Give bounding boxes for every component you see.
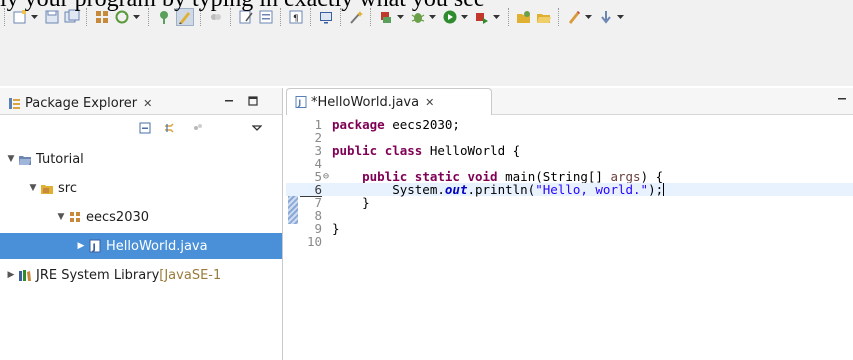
maximize-icon[interactable]: [246, 94, 260, 108]
close-icon[interactable]: ✕: [143, 97, 152, 110]
code-line[interactable]: 7 }: [286, 196, 853, 209]
code-token: );: [648, 182, 664, 197]
code-line[interactable]: 1 package eecs2030;: [286, 118, 853, 131]
tree-item[interactable]: ▼ eecs2030: [56, 204, 149, 230]
code-text: System.out.println("Hello, world.");: [332, 182, 665, 197]
tree-item-label: src: [58, 180, 77, 196]
line-number: 10: [306, 234, 322, 249]
java-editor: J *HelloWorld.java ✕ 1 package eecs2030; 2…: [286, 88, 853, 360]
code-token: .println(: [467, 182, 536, 197]
code-text: }: [332, 222, 340, 235]
tree-item-label: HelloWorld.java: [106, 238, 208, 254]
chevron-right-icon[interactable]: ▶: [6, 270, 16, 280]
code-line[interactable]: 10: [286, 235, 853, 248]
tree-item[interactable]: ▼ src: [28, 175, 77, 201]
code-text: }: [332, 196, 370, 209]
tab-package-explorer[interactable]: Package Explorer ✕: [8, 92, 152, 114]
text-caret: [663, 183, 665, 196]
tree-item-label: eecs2030: [86, 209, 150, 225]
chevron-down-icon[interactable]: ▼: [28, 183, 38, 193]
code-token: package: [332, 117, 385, 132]
code-line[interactable]: 9}: [286, 222, 853, 235]
code-token: HelloWorld {: [422, 143, 521, 158]
source-folder-icon: [40, 181, 54, 195]
view-menu-icon[interactable]: [250, 121, 264, 135]
code-token: }: [332, 195, 370, 210]
library-icon: [18, 268, 32, 282]
chevron-down-icon[interactable]: ▼: [56, 212, 66, 222]
tree-item[interactable]: ▶ JRE System Library [JavaSE-1: [6, 262, 222, 288]
project-icon: [18, 152, 32, 166]
code-token: public: [332, 143, 378, 158]
code-line[interactable]: 8: [286, 209, 853, 222]
code-text: public class HelloWorld {: [332, 144, 520, 157]
java-file-icon: J: [88, 239, 102, 253]
tree-item[interactable]: ▶ J HelloWorld.java: [0, 233, 282, 259]
toolbar-spacer: [0, 44, 853, 86]
code-line[interactable]: 3 public class HelloWorld {: [286, 144, 853, 157]
java-file-icon: J: [295, 96, 307, 108]
tab-helloworld-java[interactable]: J *HelloWorld.java ✕: [286, 88, 492, 115]
tree-item[interactable]: ▼ Tutorial: [6, 146, 84, 172]
chevron-down-icon[interactable]: ▼: [6, 154, 16, 164]
document-caption: ly your program by typing in exactly wha…: [0, 0, 853, 12]
minimize-icon[interactable]: [222, 94, 236, 108]
code-token: out: [444, 182, 468, 197]
close-icon[interactable]: ✕: [425, 96, 434, 109]
code-token: eecs2030;: [384, 117, 460, 132]
fold-toggle-icon[interactable]: ⊖: [323, 170, 329, 183]
package-explorer-tabbar: Package Explorer ✕: [0, 88, 282, 115]
tab-package-explorer-label: Package Explorer: [25, 95, 138, 111]
code-line[interactable]: 6 System.out.println("Hello, world.");: [286, 182, 853, 197]
code-text: package eecs2030;: [332, 118, 460, 131]
package-explorer-view: Package Explorer ✕ ▼ Tutorial ▼ src ▼ eecs203…: [0, 88, 283, 360]
svg-text:¶: ¶: [293, 14, 299, 24]
editor-tab-label: *HelloWorld.java: [311, 94, 420, 110]
tree-item-label: Tutorial: [36, 151, 84, 167]
chevron-right-icon[interactable]: ▶: [76, 241, 86, 251]
package-icon: [68, 210, 82, 224]
code-token: class: [384, 143, 423, 158]
svg-text:J: J: [92, 243, 96, 253]
collapse-all-icon[interactable]: [138, 121, 152, 135]
svg-text:J: J: [297, 99, 301, 108]
tree-item-decoration: [JavaSE-1: [159, 267, 222, 283]
editor-tabbar: J *HelloWorld.java ✕: [286, 88, 853, 115]
tree-item-label: JRE System Library: [36, 267, 160, 283]
package-explorer-viewbar: [0, 115, 282, 141]
code-token: }: [332, 221, 340, 236]
code-editor[interactable]: 1 package eecs2030; 2 3 public class HelloWo…: [286, 118, 853, 360]
code-token: "Hello, world.": [535, 182, 649, 197]
package-explorer-icon: [9, 97, 20, 109]
filter-icon[interactable]: [191, 121, 205, 135]
link-with-editor-icon[interactable]: [163, 121, 177, 135]
editor-minimize-icon[interactable]: [837, 94, 847, 107]
